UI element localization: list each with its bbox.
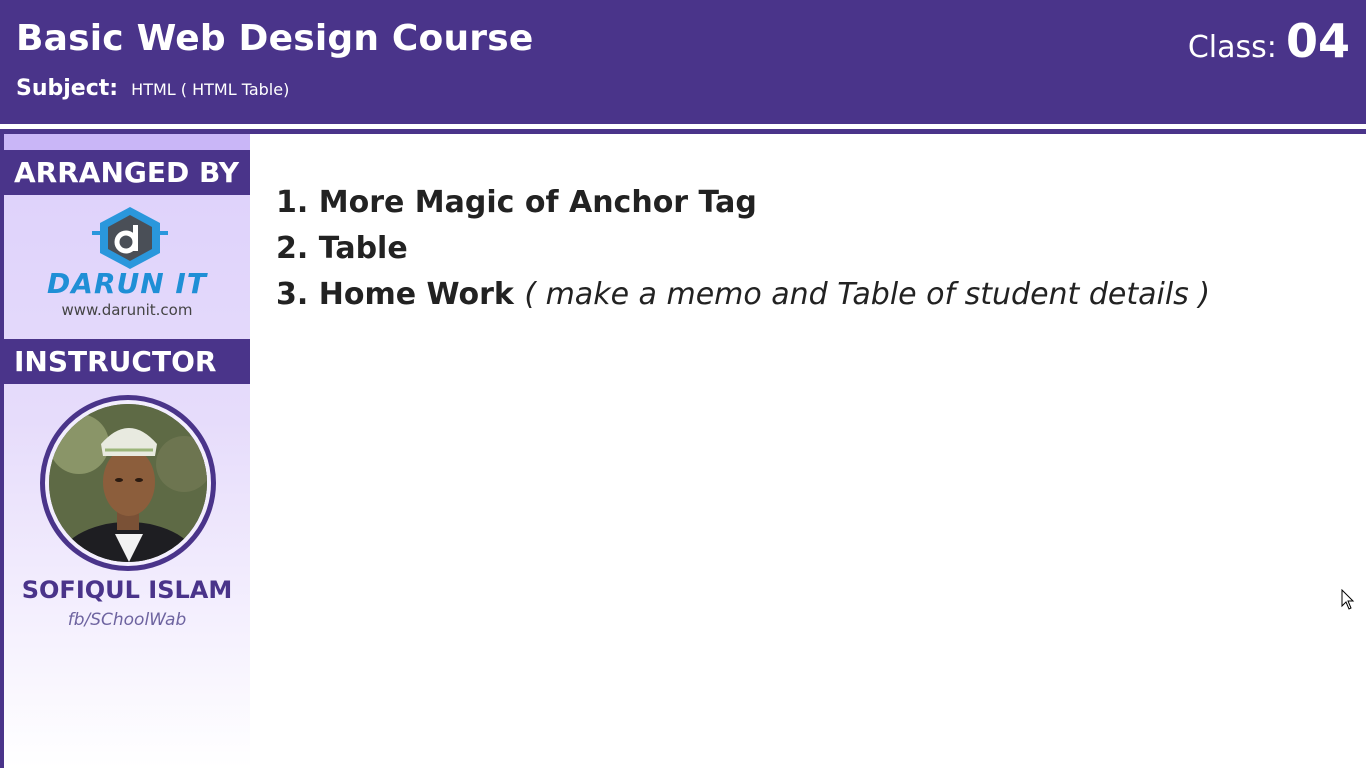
topic-item: 2. Table <box>276 226 1336 272</box>
mouse-pointer-icon <box>1341 589 1355 610</box>
topic-number: 3. <box>276 277 309 312</box>
organization-logo: DARUN IT www.darunit.com <box>4 195 250 339</box>
instructor-heading: INSTRUCTOR <box>4 339 250 384</box>
course-title: Basic Web Design Course <box>16 18 534 59</box>
instructor-avatar <box>40 395 216 571</box>
topic-title: Table <box>318 231 408 266</box>
subject-value: HTML ( HTML Table) <box>131 80 290 99</box>
topic-list: 1. More Magic of Anchor Tag 2. Table 3. … <box>276 180 1336 318</box>
topic-number: 1. <box>276 185 309 220</box>
logo-wordmark: DARUN IT <box>47 267 207 300</box>
instructor-portrait-image <box>49 404 207 562</box>
topic-number: 2. <box>276 231 309 266</box>
class-indicator: Class: 04 <box>1188 14 1350 68</box>
topic-title: More Magic of Anchor Tag <box>318 185 757 220</box>
class-label: Class: <box>1187 30 1277 65</box>
topic-item: 1. More Magic of Anchor Tag <box>276 180 1336 226</box>
class-number: 04 <box>1285 14 1350 68</box>
sidebar-top-strip <box>4 134 250 150</box>
instructor-photo <box>49 404 207 562</box>
topic-item: 3. Home Work ( make a memo and Table of … <box>276 272 1336 318</box>
arranged-by-heading: ARRANGED BY <box>4 150 250 195</box>
darun-it-logo-icon <box>92 207 168 269</box>
course-header: Basic Web Design Course Subject: HTML ( … <box>0 0 1366 124</box>
subject-label: Subject: <box>16 76 119 101</box>
sidebar: ARRANGED BY DARUN IT www.darunit.com INS… <box>0 134 250 768</box>
topic-title: Home Work <box>318 277 514 312</box>
subject-row: Subject: HTML ( HTML Table) <box>16 76 289 101</box>
logo-url: www.darunit.com <box>61 301 193 319</box>
instructor-name: SOFIQUL ISLAM <box>21 576 233 604</box>
instructor-facebook: fb/SChoolWab <box>67 610 187 630</box>
topic-note: ( make a memo and Table of student detai… <box>524 277 1211 312</box>
